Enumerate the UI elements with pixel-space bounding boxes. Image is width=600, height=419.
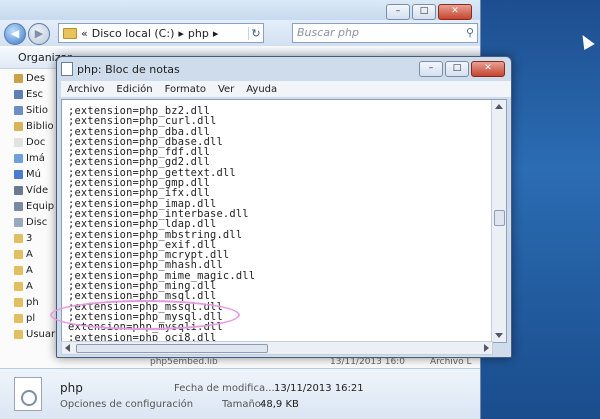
refresh-icon[interactable]: ↻ — [248, 26, 263, 40]
file-date: 13/11/2013 16:0 — [330, 357, 405, 367]
sidebar-item-label: Víde — [26, 184, 49, 196]
notepad-menubar: Archivo Edición Formato Ver Ayuda — [61, 81, 511, 97]
menu-archivo[interactable]: Archivo — [67, 84, 104, 95]
breadcrumb-separator-icon: ▸ — [212, 26, 219, 40]
sidebar-item-icon — [14, 153, 23, 163]
sidebar-item-label: Esc — [26, 88, 44, 100]
sidebar-item-icon — [14, 185, 23, 195]
back-button[interactable]: ◀ — [4, 23, 26, 45]
notepad-icon — [61, 62, 73, 76]
menu-edicion[interactable]: Edición — [116, 84, 152, 95]
vertical-scrollbar[interactable] — [491, 100, 506, 342]
sidebar-item-icon — [14, 121, 23, 131]
details-pane: php Opciones de configuración Fecha de m… — [0, 368, 480, 419]
breadcrumb-root: « — [81, 26, 88, 40]
sidebar-item-icon — [14, 105, 23, 115]
minimize-button[interactable]: – — [386, 4, 410, 20]
sidebar-item-icon — [14, 281, 23, 291]
notepad-titlebar: php: Bloc de notas — [61, 60, 180, 78]
sidebar-item-label: Doc — [26, 136, 46, 148]
sidebar-item-label: Equip — [26, 200, 55, 212]
sidebar-item-label: Des — [26, 72, 46, 84]
breadcrumb-separator-icon: ▸ — [178, 26, 184, 40]
sidebar-item-label: A — [26, 280, 33, 292]
maximize-button[interactable]: □ — [412, 4, 436, 20]
breadcrumb-folder[interactable]: php — [188, 27, 209, 40]
menu-ayuda[interactable]: Ayuda — [246, 84, 277, 95]
notepad-title: php: Bloc de notas — [77, 62, 180, 76]
mouse-cursor — [577, 31, 595, 51]
sidebar-item-label: ph — [26, 296, 39, 308]
details-name: php — [60, 381, 83, 395]
scroll-up-icon[interactable] — [495, 104, 503, 109]
sidebar-item-icon — [14, 201, 23, 211]
sidebar-item-label: A — [26, 264, 33, 276]
scroll-down-icon[interactable] — [495, 333, 503, 338]
forward-button[interactable]: ▶ — [28, 23, 50, 45]
notepad-maximize-button[interactable]: □ — [445, 61, 469, 77]
search-placeholder: Buscar php — [297, 26, 359, 39]
scroll-right-icon[interactable] — [484, 344, 489, 352]
sidebar-item-icon — [14, 217, 23, 227]
file-name: php5embed.lib — [150, 357, 218, 367]
details-size-value: 48,9 KB — [260, 399, 299, 410]
sidebar-item-label: pl — [26, 312, 36, 324]
details-type: Opciones de configuración — [60, 399, 194, 410]
sidebar-item-label: Imá — [26, 152, 45, 164]
sidebar-item-icon — [14, 233, 23, 243]
close-button[interactable]: ✕ — [438, 4, 472, 20]
address-row: ◀ ▶ « Disco local (C:) ▸ php ▸ ↻ Buscar … — [0, 20, 480, 46]
details-modified-value: 13/11/2013 16:21 — [274, 383, 364, 394]
sidebar-item-icon — [14, 297, 23, 307]
explorer-titlebar: – □ ✕ — [0, 0, 480, 22]
notepad-close-button[interactable]: ✕ — [471, 61, 505, 77]
horizontal-scrollbar[interactable] — [61, 341, 493, 355]
sidebar-item-icon — [14, 73, 23, 83]
breadcrumb-drive[interactable]: Disco local (C:) — [92, 27, 175, 40]
details-modified-label: Fecha de modifica... — [174, 383, 275, 394]
sidebar-item-label: Biblio — [26, 120, 54, 132]
sidebar-item-label: Sitio — [26, 104, 48, 116]
sidebar-item-label: Mú — [26, 168, 41, 180]
search-input[interactable]: Buscar php ⚲ — [292, 23, 478, 43]
menu-formato[interactable]: Formato — [165, 84, 206, 95]
sidebar-item-icon — [14, 89, 23, 99]
search-icon[interactable]: ⚲ — [466, 24, 474, 42]
background-file-row[interactable]: php5embed.lib 13/11/2013 16:0 Archivo L — [150, 357, 480, 367]
sidebar-item-icon — [14, 329, 23, 339]
sidebar-item-icon — [14, 137, 23, 147]
horizontal-scroll-thumb[interactable] — [76, 344, 268, 353]
address-bar[interactable]: « Disco local (C:) ▸ php ▸ ↻ — [58, 23, 264, 43]
file-type: Archivo L — [430, 357, 472, 367]
sidebar-item-label: 3 — [26, 232, 33, 244]
sidebar-item-icon — [14, 313, 23, 323]
sidebar-item-icon — [14, 265, 23, 275]
folder-icon — [63, 27, 77, 39]
highlight-ellipse — [50, 300, 240, 330]
details-size-label: Tamaño: — [222, 399, 265, 410]
menu-ver[interactable]: Ver — [218, 84, 234, 95]
notepad-minimize-button[interactable]: – — [419, 61, 443, 77]
sidebar-item-label: Disc — [26, 216, 48, 228]
scroll-left-icon[interactable] — [65, 344, 70, 352]
sidebar-item-label: A — [26, 248, 33, 260]
sidebar-item-icon — [14, 169, 23, 179]
sidebar-item-icon — [14, 249, 23, 259]
scroll-thumb[interactable] — [494, 210, 505, 226]
config-file-icon — [14, 377, 42, 411]
